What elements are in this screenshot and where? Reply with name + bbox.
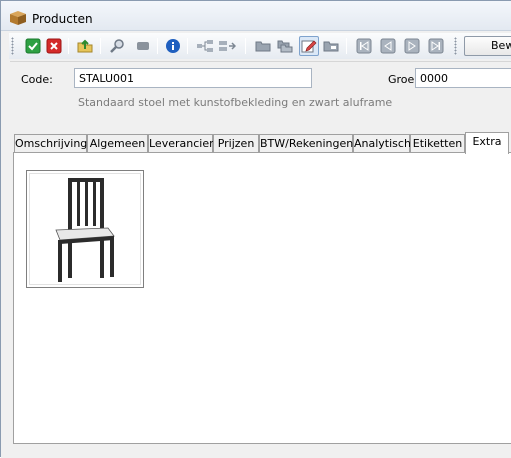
tab-extra[interactable]: Extra <box>465 132 509 154</box>
code-field[interactable]: STALU001 <box>74 68 312 88</box>
extra-tab-panel <box>13 152 511 444</box>
product-picture[interactable] <box>26 170 144 288</box>
tab-algemeen[interactable]: Algemeen <box>87 134 148 153</box>
header-panel: Code: STALU001 Groep: 0000 Standaard sto… <box>10 61 511 121</box>
cancel-button[interactable] <box>44 36 64 56</box>
move-button[interactable] <box>217 36 237 56</box>
toolbar-separator <box>157 38 158 54</box>
toolbar-separator <box>100 38 101 54</box>
disabled-button[interactable] <box>133 36 153 56</box>
previous-record-button[interactable] <box>378 36 398 56</box>
edit-mode-button[interactable]: Bewerken <box>464 36 511 56</box>
last-record-button[interactable] <box>426 36 446 56</box>
box-icon <box>10 11 26 25</box>
folder-icon <box>255 41 271 52</box>
toolbar: Bewerken <box>9 33 511 59</box>
tree-icon <box>197 40 213 52</box>
toolbar-separator <box>68 38 69 54</box>
move-icon <box>219 41 236 51</box>
info-icon <box>166 39 180 53</box>
chair-back-leg-left <box>68 178 72 278</box>
chair-image <box>55 178 115 282</box>
search-button[interactable] <box>107 36 127 56</box>
green-check-icon <box>25 38 41 54</box>
toolbar-separator <box>346 38 347 54</box>
info-button[interactable] <box>163 36 183 56</box>
product-description: Standaard stoel met kunstofbekleding en … <box>78 96 393 109</box>
code-label: Code: <box>21 73 53 86</box>
toolbar-grip[interactable] <box>11 37 14 55</box>
status-bar <box>1 444 511 458</box>
first-record-button[interactable] <box>354 36 374 56</box>
next-icon <box>404 38 420 54</box>
folder-up-icon <box>77 39 93 53</box>
window-title: Producten <box>32 12 93 26</box>
folders-icon <box>277 40 293 53</box>
chair-front-leg-right <box>110 237 114 277</box>
tab-omschrijving[interactable]: Omschrijving <box>14 134 87 153</box>
tab-btw-rekeningen[interactable]: BTW/Rekeningen <box>259 134 353 153</box>
magnifier-icon <box>110 39 124 53</box>
edit-icon <box>301 40 317 53</box>
edit-button[interactable] <box>299 36 319 56</box>
folder-image-icon <box>323 41 339 52</box>
chair-slat <box>85 180 88 226</box>
chair-top-rail <box>68 178 104 182</box>
prev-icon <box>380 38 396 54</box>
open-folder-button[interactable] <box>253 36 273 56</box>
next-record-button[interactable] <box>402 36 422 56</box>
tab-analytisch[interactable]: Analytisch <box>353 134 411 153</box>
toolbar-separator <box>187 38 188 54</box>
tree-button[interactable] <box>195 36 215 56</box>
last-icon <box>428 38 444 54</box>
confirm-button[interactable] <box>23 36 43 56</box>
picture-frame <box>29 173 141 285</box>
image-folder-button[interactable] <box>321 36 341 56</box>
chair-slat <box>77 180 80 226</box>
gray-rect-icon <box>137 42 149 50</box>
toolbar-grip[interactable] <box>454 37 457 55</box>
toolbar-separator <box>245 38 246 54</box>
tab-prijzen[interactable]: Prijzen <box>213 134 259 153</box>
producten-window: Producten Be Code: STALU001 Groep: 0000 … <box>0 0 511 458</box>
red-x-icon <box>46 38 62 54</box>
chair-slat <box>93 180 96 226</box>
first-icon <box>356 38 372 54</box>
group-field[interactable]: 0000 <box>415 68 511 88</box>
tab-leverancier[interactable]: Leverancier <box>148 134 214 153</box>
chair-front-leg-left <box>58 240 62 282</box>
copy-folder-button[interactable] <box>275 36 295 56</box>
title-bar: Producten <box>1 1 511 31</box>
export-button[interactable] <box>75 36 95 56</box>
tab-etiketten[interactable]: Etiketten <box>410 134 465 153</box>
